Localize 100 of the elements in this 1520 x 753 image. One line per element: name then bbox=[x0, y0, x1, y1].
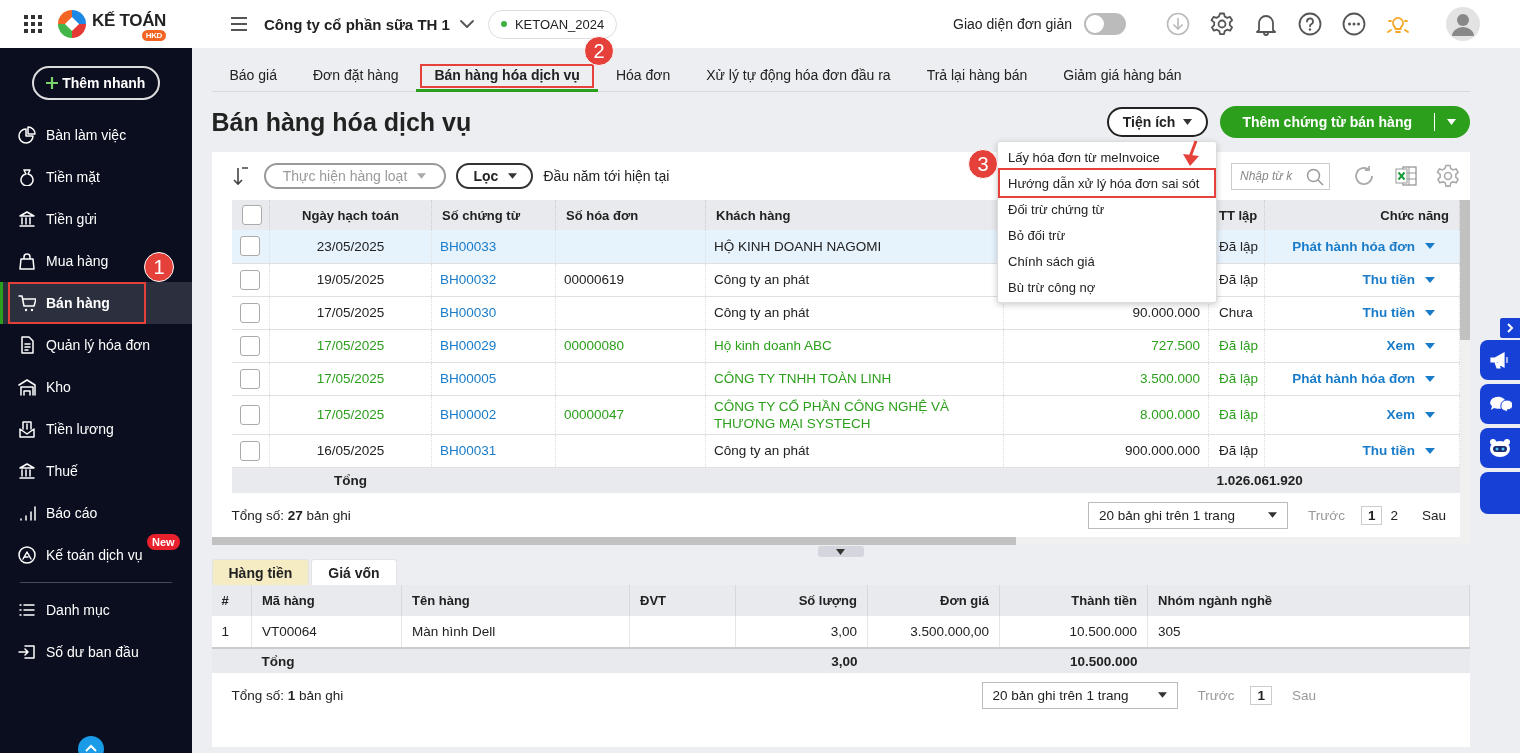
column-header: Số lượng bbox=[735, 585, 868, 616]
total-amount: 1.026.061.920 bbox=[1216, 472, 1303, 488]
side-action-button[interactable] bbox=[1480, 428, 1520, 468]
tab[interactable]: Báo giá bbox=[211, 60, 295, 92]
settings-icon[interactable] bbox=[1210, 12, 1234, 36]
sidebar-item[interactable]: Số dư ban đầu bbox=[10, 633, 144, 671]
help-icon[interactable] bbox=[1298, 12, 1322, 36]
side-action-button[interactable] bbox=[1480, 384, 1520, 424]
checkbox[interactable] bbox=[240, 440, 261, 461]
chevron-down-icon[interactable] bbox=[459, 19, 474, 29]
sidebar-item[interactable]: Tiền lương bbox=[10, 410, 144, 448]
tab[interactable]: Đơn đặt hàng bbox=[295, 60, 417, 92]
checkbox[interactable] bbox=[240, 269, 261, 290]
column-header: Đơn giá bbox=[867, 585, 1000, 616]
splitter-handle[interactable] bbox=[817, 546, 864, 557]
tab[interactable]: Bán hàng hóa dịch vụ bbox=[416, 60, 598, 92]
tab[interactable]: Giá vốn bbox=[311, 559, 397, 585]
tab[interactable]: Giảm giá hàng bán bbox=[1045, 60, 1200, 92]
voucher-link[interactable]: BH00030 bbox=[440, 305, 497, 320]
filter-button[interactable]: Lọc bbox=[455, 163, 534, 189]
voucher-link[interactable]: BH00002 bbox=[440, 407, 497, 422]
more-icon[interactable] bbox=[1342, 12, 1366, 36]
sidebar-item[interactable]: Thuế bbox=[10, 452, 144, 490]
quick-add-button[interactable]: Thêm nhanh bbox=[32, 66, 160, 100]
total-value: 10.500.000 bbox=[999, 648, 1148, 673]
table-cell: 17/05/2025 bbox=[269, 296, 432, 329]
checkbox[interactable] bbox=[240, 335, 261, 356]
arrow-icon bbox=[1180, 140, 1202, 168]
menu-icon[interactable] bbox=[230, 16, 248, 32]
checkbox[interactable] bbox=[240, 368, 261, 389]
sidebar-item[interactable]: Kế toán dịch vụ bbox=[10, 536, 147, 574]
side-action-button[interactable] bbox=[1480, 340, 1520, 380]
vertical-scrollbar[interactable] bbox=[1460, 200, 1470, 540]
sidebar-item[interactable]: Kho bbox=[10, 368, 144, 406]
tab[interactable]: Xử lý tự động hóa đơn đầu ra bbox=[688, 60, 909, 92]
action-link[interactable]: Phát hành hóa đơn bbox=[1292, 370, 1415, 387]
tab[interactable]: Trả lại hàng bán bbox=[908, 60, 1046, 92]
column-header: Chức năng bbox=[1264, 200, 1460, 230]
sidebar-item[interactable]: Quản lý hóa đơn bbox=[10, 326, 155, 364]
refresh-icon[interactable] bbox=[1352, 164, 1376, 188]
search-field[interactable]: Nhập từ k bbox=[1231, 162, 1330, 190]
new-badge: New bbox=[147, 534, 180, 550]
voucher-link[interactable]: BH00029 bbox=[440, 338, 497, 353]
page-size-select[interactable]: 20 bản ghi trên 1 trang bbox=[981, 681, 1178, 709]
toggle-switch[interactable] bbox=[1084, 13, 1126, 35]
voucher-link[interactable]: BH00032 bbox=[440, 272, 497, 287]
caret-icon[interactable] bbox=[1268, 512, 1278, 518]
bell-icon[interactable] bbox=[1254, 12, 1278, 36]
checkbox[interactable] bbox=[240, 236, 261, 257]
envelope-icon bbox=[18, 420, 36, 438]
table-cell: 00000047 bbox=[555, 395, 706, 434]
action-link[interactable]: Xem bbox=[1386, 337, 1415, 354]
action-link[interactable]: Thu tiền bbox=[1362, 304, 1415, 321]
column-header: Số chứng từ bbox=[431, 200, 556, 230]
column-header: Ngày hạch toán bbox=[269, 200, 432, 230]
menu-item[interactable]: Lấy hóa đơn từ meInvoice bbox=[1000, 144, 1214, 170]
caret-icon[interactable] bbox=[508, 173, 518, 179]
sidebar-item[interactable]: Báo cáo bbox=[10, 494, 144, 532]
sort-icon[interactable] bbox=[231, 166, 250, 186]
column-header: # bbox=[211, 585, 252, 616]
list-icon bbox=[18, 601, 36, 619]
app-badge: HKD bbox=[141, 30, 167, 41]
page-size-select[interactable]: 20 bản ghi trên 1 trang bbox=[1088, 501, 1289, 529]
column-header: Nhóm ngành nghề bbox=[1147, 585, 1470, 616]
sidebar-item[interactable]: Mua hàng bbox=[10, 242, 144, 280]
action-link[interactable]: Xem bbox=[1386, 406, 1415, 423]
sidebar-item[interactable]: Danh mục bbox=[10, 591, 144, 629]
checkbox[interactable] bbox=[240, 404, 261, 425]
action-link[interactable]: Thu tiền bbox=[1362, 271, 1415, 288]
horizontal-scrollbar[interactable] bbox=[211, 537, 1470, 545]
apps-grid-icon[interactable] bbox=[24, 15, 42, 33]
page-number[interactable]: 1 bbox=[1250, 685, 1272, 705]
page-number[interactable]: 1 bbox=[1360, 505, 1383, 525]
caret-icon[interactable] bbox=[1157, 692, 1167, 698]
table-cell: 17/05/2025 bbox=[269, 329, 432, 362]
table-cell: 00000619 bbox=[555, 263, 706, 296]
sidebar-item[interactable]: Bàn làm việc bbox=[10, 116, 144, 154]
voucher-link[interactable]: BH00031 bbox=[440, 443, 497, 458]
sidebar-item[interactable]: Tiền gửi bbox=[10, 200, 144, 238]
avatar-icon[interactable] bbox=[1446, 7, 1480, 41]
page-number[interactable]: 2 bbox=[1386, 505, 1402, 525]
table-cell: Đã lập bbox=[1208, 329, 1265, 362]
action-link[interactable]: Thu tiền bbox=[1362, 442, 1415, 459]
record-count: Tổng số: 27 bản ghi bbox=[231, 507, 351, 523]
company-name[interactable]: Công ty cổ phần sữa TH 1 bbox=[264, 15, 450, 33]
next-link[interactable]: Sau bbox=[1417, 505, 1450, 525]
table-cell: 17/05/2025 bbox=[269, 395, 432, 434]
caret-icon bbox=[1183, 119, 1193, 125]
checkbox[interactable] bbox=[240, 302, 261, 323]
table-cell: 19/05/2025 bbox=[269, 263, 432, 296]
menu-item[interactable]: Hướng dẫn xử lý hóa đơn sai sót bbox=[1000, 170, 1214, 196]
sidebar-item[interactable]: Tiền mặt bbox=[10, 158, 144, 196]
column-header: Thành tiền bbox=[999, 585, 1148, 616]
tab[interactable]: Hàng tiền bbox=[211, 559, 310, 585]
excel-icon[interactable] bbox=[1394, 164, 1418, 188]
voucher-link[interactable]: BH00005 bbox=[440, 371, 497, 386]
utilities-button[interactable]: Tiện ích bbox=[1106, 107, 1209, 137]
bar-chart-icon bbox=[18, 504, 36, 522]
record-count: Tổng số: 1 bản ghi bbox=[231, 687, 344, 703]
checkbox[interactable] bbox=[241, 205, 262, 225]
